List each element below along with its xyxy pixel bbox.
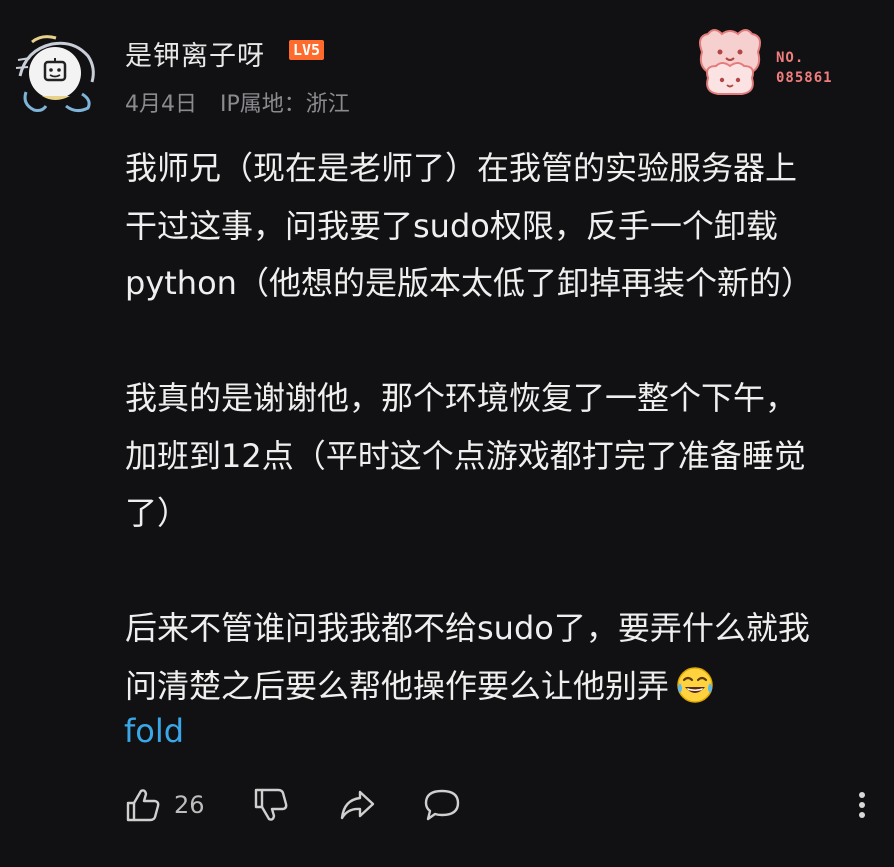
comment-meta: 4月4日 IP属地：浙江 (125, 86, 350, 118)
comment-line: 干过这事，问我要了sudo权限，反手一个卸载 (125, 206, 778, 245)
more-vertical-icon (859, 792, 865, 818)
fold-link[interactable]: fold (124, 712, 184, 750)
thumbs-up-icon (126, 789, 160, 822)
action-bar: 26 (0, 780, 894, 830)
avatar-icon (15, 35, 95, 113)
fan-badge-icon (690, 22, 770, 98)
comment-line-with-emoji: 问清楚之后要么帮他操作要么让他别弄 (125, 658, 865, 716)
thumbs-down-icon (254, 788, 288, 821)
dislike-button[interactable] (252, 782, 290, 828)
comment-line: 加班到12点（平时这个点游戏都打完了准备睡觉 (125, 436, 806, 475)
share-icon (340, 790, 375, 820)
like-count: 26 (174, 791, 205, 819)
share-button[interactable] (338, 782, 376, 828)
fan-badge-digits: 085861 (776, 70, 833, 86)
comment-line: 我师兄（现在是老师了）在我管的实验服务器上 (125, 149, 798, 187)
fan-badge-number: NO. 085861 (776, 48, 833, 88)
comment-line-text: 问清楚之后要么帮他操作要么让他别弄 (125, 666, 670, 705)
comment-date: 4月4日 (125, 92, 197, 117)
comment-line: 我真的是谢谢他，那个环境恢复了一整个下午， (125, 379, 798, 417)
more-button[interactable] (852, 782, 872, 828)
comment-line: 后来不管谁问我我都不给sudo了，要弄什么就我 (125, 609, 810, 647)
reply-button[interactable] (422, 782, 462, 828)
avatar[interactable] (12, 30, 98, 116)
comment-card: 是钾离子呀 LV5 4月4日 IP属地：浙江 NO. 085861 我师兄（现在… (0, 0, 894, 867)
ip-location: IP属地：浙江 (220, 92, 350, 117)
username[interactable]: 是钾离子呀 (125, 34, 265, 73)
comment-body: 我师兄（现在是老师了）在我管的实验服务器上 干过这事，问我要了sudo权限，反手… (125, 140, 865, 715)
laughing-crying-emoji-icon (675, 665, 715, 705)
fan-badge-prefix: NO. (776, 50, 805, 66)
comment-line: python（他想的是版本太低了卸掉再装个新的） (125, 264, 813, 302)
comment-line: 了） (125, 494, 190, 532)
comment-bubble-icon (424, 789, 460, 821)
like-button[interactable]: 26 (124, 782, 205, 828)
level-badge: LV5 (289, 40, 325, 60)
